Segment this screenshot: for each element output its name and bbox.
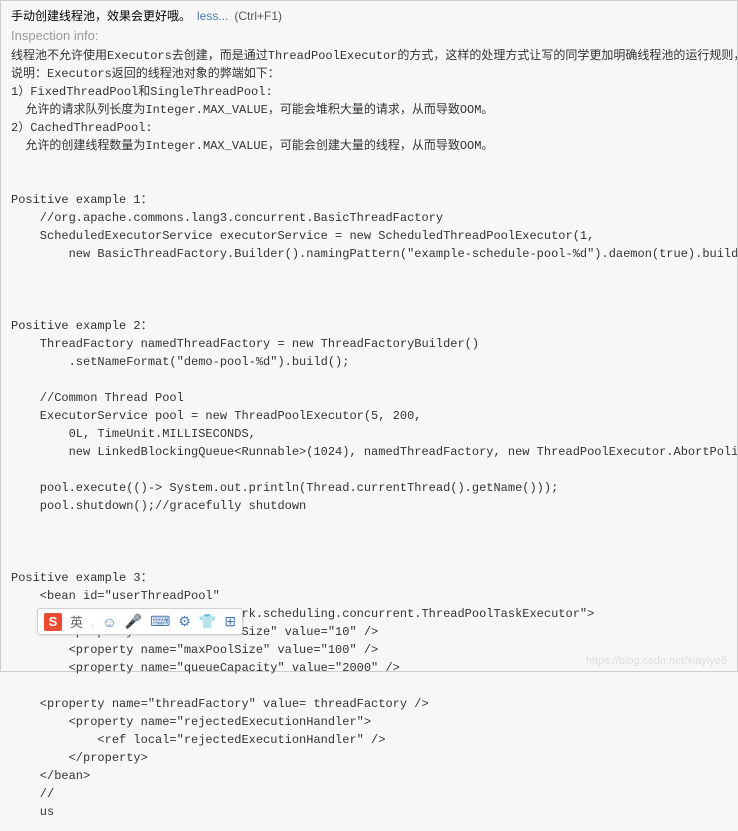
gear-icon[interactable]: ⚙ bbox=[178, 613, 191, 630]
ime-toolbar: S 英 , ☺ 🎤 ⌨ ⚙ 👕 ⊞ bbox=[37, 608, 243, 635]
inspection-info-label: Inspection info: bbox=[1, 26, 737, 47]
mic-icon[interactable]: 🎤 bbox=[125, 613, 142, 630]
inspection-title: 手动创建线程池，效果会更好哦。 bbox=[11, 7, 191, 24]
keyboard-icon[interactable]: ⌨ bbox=[150, 613, 170, 630]
skin-icon[interactable]: 👕 bbox=[199, 613, 216, 630]
inspection-body: 线程池不允许使用Executors去创建，而是通过ThreadPoolExecu… bbox=[1, 47, 737, 831]
ime-lang-toggle[interactable]: 英 bbox=[70, 612, 83, 631]
watermark-text: https://blog.csdn.net/xiayiye5 bbox=[586, 655, 727, 667]
shortcut-label: (Ctrl+F1) bbox=[234, 9, 282, 23]
emoji-icon[interactable]: ☺ bbox=[102, 614, 116, 630]
less-link[interactable]: less... bbox=[197, 9, 228, 23]
ime-logo-icon[interactable]: S bbox=[44, 613, 62, 631]
ime-separator: , bbox=[91, 615, 94, 629]
toolbox-icon[interactable]: ⊞ bbox=[224, 613, 236, 630]
tooltip-header: 手动创建线程池，效果会更好哦。 less... (Ctrl+F1) bbox=[1, 1, 737, 26]
